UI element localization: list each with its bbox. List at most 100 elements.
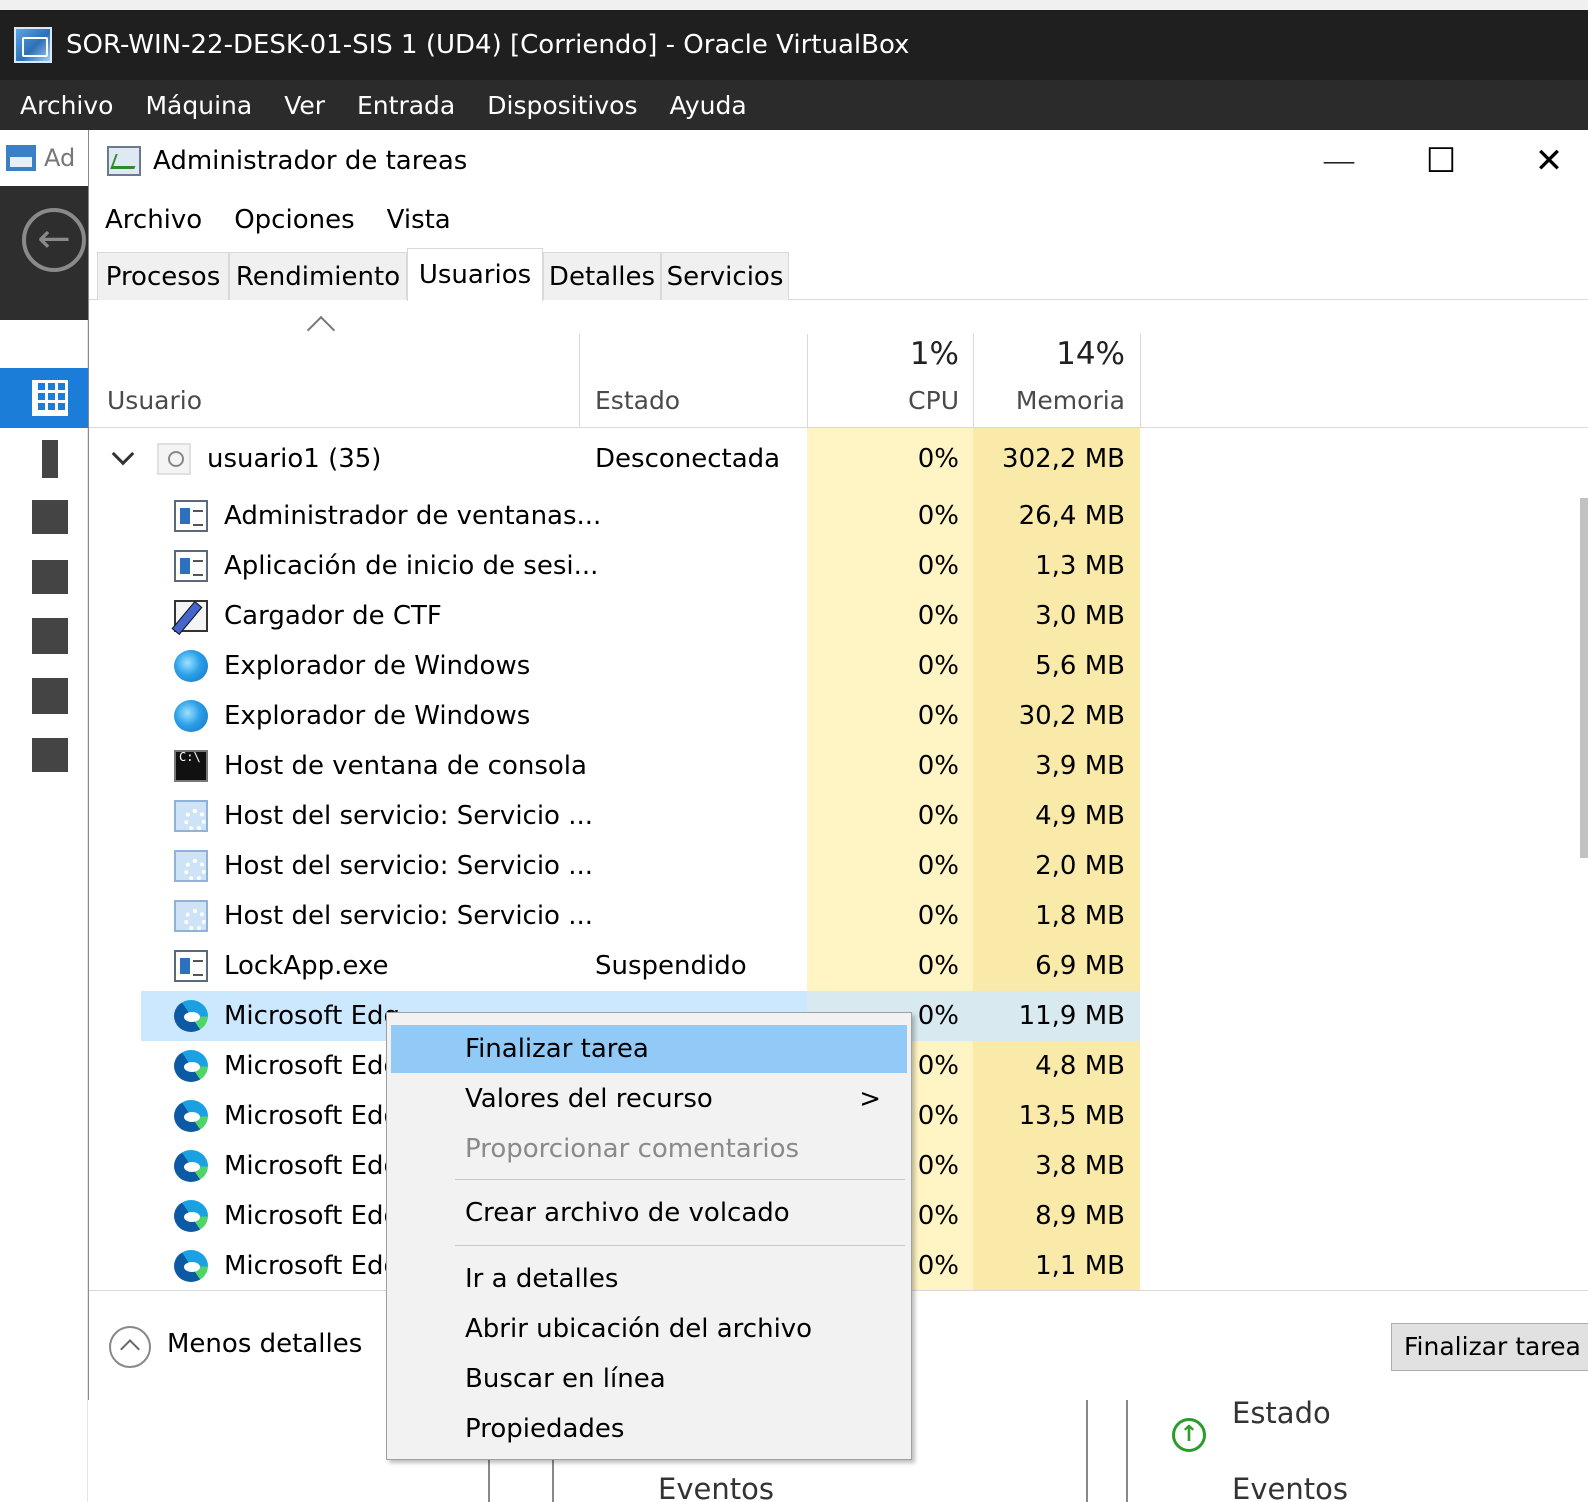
process-name: Host del servicio: Servicio ...	[224, 851, 594, 881]
task-manager-icon	[107, 146, 141, 176]
menu-separator	[455, 1245, 905, 1246]
tile-eventos-label[interactable]: Eventos	[658, 1472, 774, 1502]
process-name: Cargador de CTF	[224, 601, 442, 631]
pen-icon	[174, 600, 208, 632]
iis-icon[interactable]	[32, 738, 68, 772]
vbox-menu-archivo[interactable]: Archivo	[20, 91, 113, 120]
tab-servicios[interactable]: Servicios	[661, 252, 789, 300]
column-divider[interactable]	[807, 334, 808, 428]
back-arrow-icon[interactable]: ←	[22, 208, 86, 272]
menu-archivo[interactable]: Archivo	[105, 205, 202, 235]
window-icon	[174, 500, 208, 532]
table-row[interactable]: Aplicación de inicio de sesi... 0% 1,3 MB	[89, 541, 1588, 591]
menu-vista[interactable]: Vista	[387, 205, 451, 235]
virtualbox-title: SOR-WIN-22-DESK-01-SIS 1 (UD4) [Corriend…	[66, 30, 910, 60]
tab-rendimiento[interactable]: Rendimiento	[229, 252, 407, 300]
server-manager-sidebar	[0, 320, 88, 1502]
local-server-icon[interactable]	[42, 440, 58, 478]
column-divider[interactable]	[1140, 334, 1141, 428]
table-row[interactable]: Host de ventana de consola 0% 3,9 MB	[89, 741, 1588, 791]
menu-item-ir-a-detalles[interactable]: Ir a detalles	[391, 1255, 907, 1303]
end-task-button[interactable]: Finalizar tarea	[1391, 1323, 1588, 1371]
process-memory: 8,9 MB	[1035, 1201, 1125, 1231]
tile-divider	[1086, 1400, 1088, 1502]
vbox-menu-dispositivos[interactable]: Dispositivos	[487, 91, 637, 120]
table-row[interactable]: LockApp.exe Suspendido 0% 6,9 MB	[89, 941, 1588, 991]
chevron-up-icon[interactable]	[109, 1326, 151, 1368]
dns-icon[interactable]	[32, 618, 68, 654]
process-status: Suspendido	[595, 951, 747, 981]
process-memory: 11,9 MB	[1018, 1001, 1125, 1031]
table-row[interactable]: Explorador de Windows 0% 30,2 MB	[89, 691, 1588, 741]
cpu-total-percent: 1%	[909, 336, 959, 372]
console-icon	[174, 750, 208, 782]
column-cpu[interactable]: CPU	[908, 386, 959, 415]
edge-icon	[174, 1100, 208, 1132]
process-name: Host del servicio: Servicio ...	[224, 801, 594, 831]
user-icon	[157, 443, 191, 475]
column-estado[interactable]: Estado	[595, 386, 680, 415]
vertical-scrollbar[interactable]	[1580, 498, 1588, 858]
ad-ds-icon[interactable]	[32, 560, 68, 594]
close-button[interactable]: ✕	[1499, 130, 1588, 192]
all-servers-icon[interactable]	[32, 500, 68, 534]
minimize-button[interactable]: —	[1289, 130, 1389, 192]
process-cpu: 0%	[917, 501, 959, 531]
menu-item-abrir-ubicacion[interactable]: Abrir ubicación del archivo	[391, 1305, 907, 1353]
column-divider[interactable]	[973, 334, 974, 428]
process-cpu: 0%	[917, 801, 959, 831]
vbox-menu-ayuda[interactable]: Ayuda	[669, 91, 746, 120]
menu-item-finalizar-tarea[interactable]: Finalizar tarea	[391, 1025, 907, 1073]
process-cpu: 0%	[917, 551, 959, 581]
table-row[interactable]: Administrador de ventanas... 0% 26,4 MB	[89, 491, 1588, 541]
menu-item-valores-del-recurso[interactable]: Valores del recurso >	[391, 1075, 907, 1123]
process-name: Host de ventana de consola	[224, 751, 587, 781]
menu-item-propiedades[interactable]: Propiedades	[391, 1405, 907, 1453]
menu-item-label: Valores del recurso	[465, 1084, 713, 1114]
column-header: Usuario Estado 1% CPU 14% Memoria	[89, 300, 1588, 428]
tab-procesos[interactable]: Procesos	[97, 252, 229, 300]
gear-icon	[174, 900, 208, 932]
edge-icon	[174, 1050, 208, 1082]
menu-item-crear-archivo-de-volcado[interactable]: Crear archivo de volcado	[391, 1189, 907, 1237]
vbox-menu-entrada[interactable]: Entrada	[357, 91, 455, 120]
globe-icon	[174, 700, 208, 732]
chevron-down-icon[interactable]	[111, 442, 135, 466]
column-divider[interactable]	[579, 334, 580, 428]
table-row[interactable]: Host del servicio: Servicio ... 0% 4,9 MB	[89, 791, 1588, 841]
column-usuario[interactable]: Usuario	[107, 386, 202, 415]
tile-estado-label[interactable]: Estado	[1232, 1396, 1331, 1430]
tab-detalles[interactable]: Detalles	[543, 252, 661, 300]
process-name: LockApp.exe	[224, 951, 389, 981]
virtualbox-menubar: Archivo Máquina Ver Entrada Dispositivos…	[0, 80, 1588, 130]
user-group-row[interactable]: usuario1 (35) Desconectada 0% 302,2 MB	[89, 434, 1588, 484]
process-cpu: 0%	[917, 701, 959, 731]
menu-opciones[interactable]: Opciones	[234, 205, 354, 235]
process-memory: 4,9 MB	[1035, 801, 1125, 831]
user-memory: 302,2 MB	[1002, 444, 1125, 474]
process-name: Host del servicio: Servicio ...	[224, 901, 594, 931]
tile-eventos-label[interactable]: Eventos	[1232, 1472, 1348, 1502]
column-memoria[interactable]: Memoria	[1016, 386, 1125, 415]
less-details-link[interactable]: Menos detalles	[167, 1329, 362, 1359]
globe-icon	[174, 650, 208, 682]
process-name: Microsoft Edg	[224, 1201, 401, 1231]
menu-item-buscar-en-linea[interactable]: Buscar en línea	[391, 1355, 907, 1403]
file-storage-icon[interactable]	[32, 678, 68, 714]
user-status: Desconectada	[595, 444, 781, 474]
tab-strip: Procesos Rendimiento Usuarios Detalles S…	[89, 248, 1588, 301]
window-icon	[174, 950, 208, 982]
sort-ascending-icon	[306, 315, 336, 345]
tab-usuarios[interactable]: Usuarios	[407, 248, 543, 301]
process-cpu: 0%	[917, 1201, 959, 1231]
table-row[interactable]: Host del servicio: Servicio ... 0% 1,8 MB	[89, 891, 1588, 941]
vbox-menu-ver[interactable]: Ver	[284, 91, 325, 120]
table-row[interactable]: Explorador de Windows 0% 5,6 MB	[89, 641, 1588, 691]
maximize-button[interactable]: ☐	[1391, 130, 1491, 192]
memory-total-percent: 14%	[1056, 336, 1125, 372]
process-memory: 1,1 MB	[1035, 1251, 1125, 1281]
table-row[interactable]: Cargador de CTF 0% 3,0 MB	[89, 591, 1588, 641]
vbox-menu-maquina[interactable]: Máquina	[145, 91, 252, 120]
process-cpu: 0%	[917, 1051, 959, 1081]
table-row[interactable]: Host del servicio: Servicio ... 0% 2,0 MB	[89, 841, 1588, 891]
